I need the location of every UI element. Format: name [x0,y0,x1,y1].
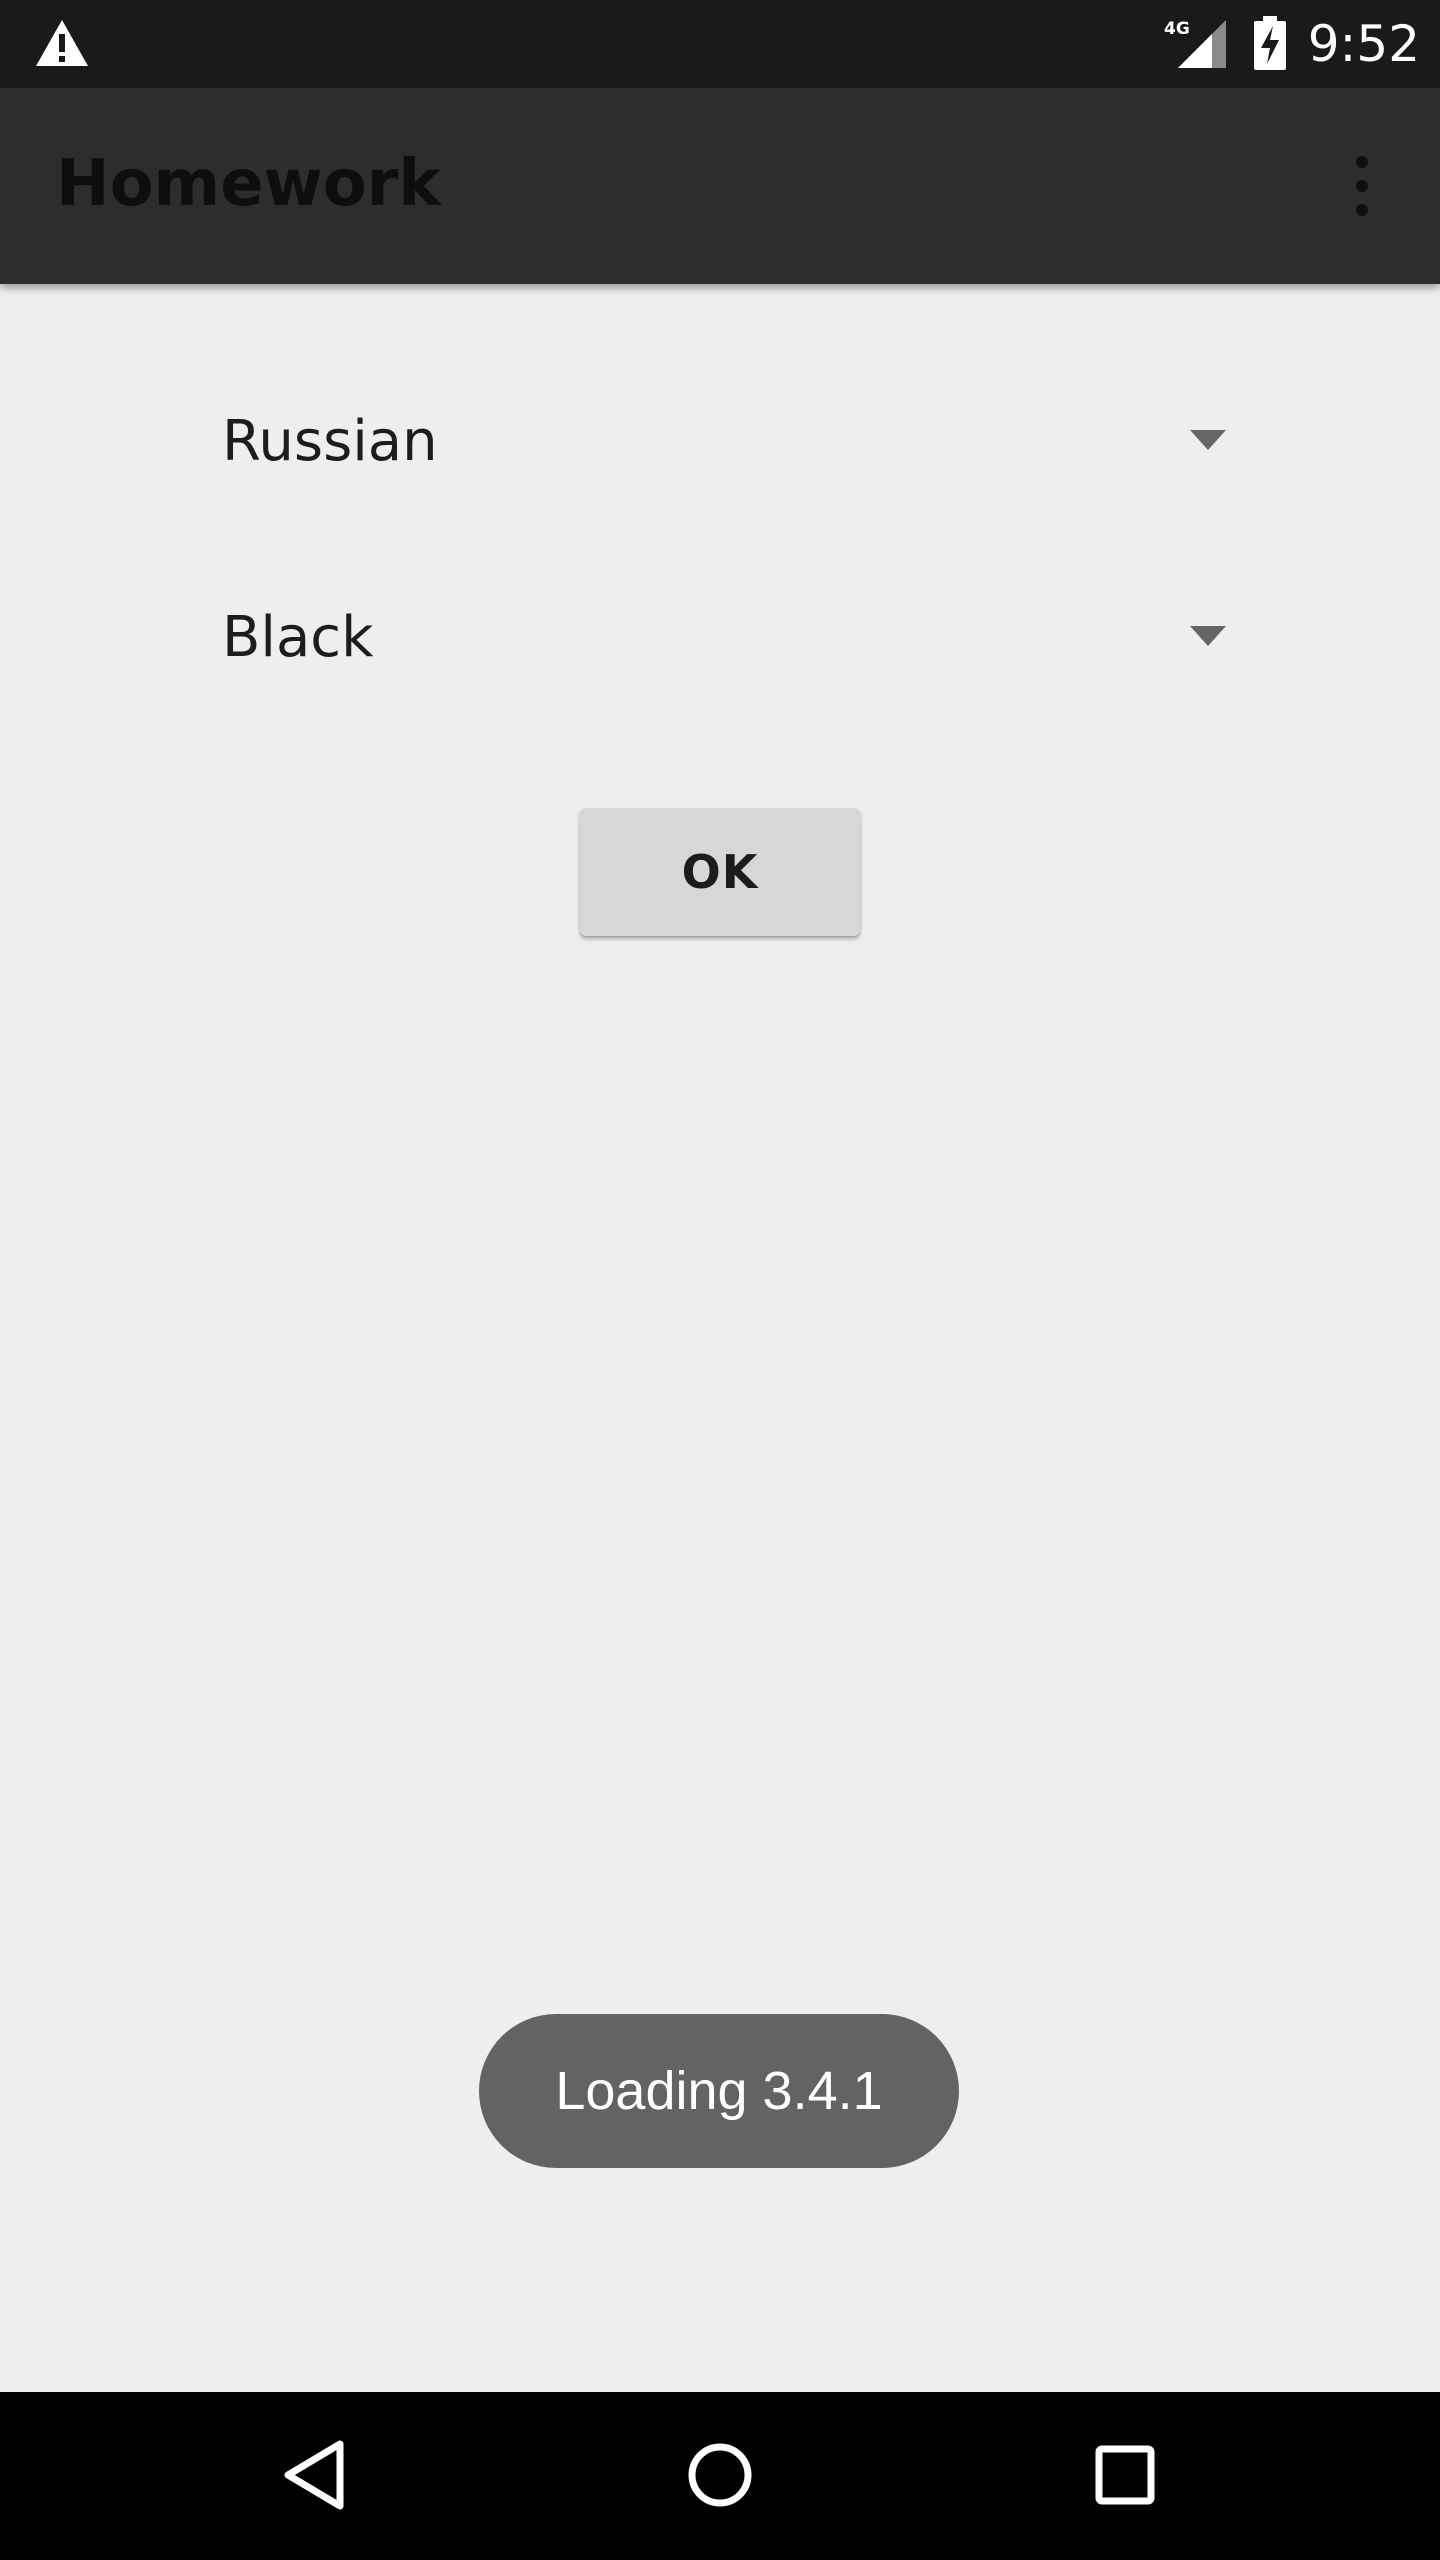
language-spinner[interactable]: Russian [222,380,1236,500]
back-icon[interactable] [270,2430,360,2520]
color-spinner-value: Black [222,605,374,670]
dropdown-arrow-icon [1190,626,1226,646]
page-title: Homework [56,147,441,221]
navigation-bar [0,2392,1440,2560]
toast-message: Loading 3.4.1 [479,2014,959,2168]
recents-icon[interactable] [1080,2430,1170,2520]
app-bar: Homework [0,88,1440,284]
dropdown-arrow-icon [1190,430,1226,450]
status-time: 9:52 [1307,15,1420,73]
ok-button[interactable]: OK [580,808,860,936]
color-spinner[interactable]: Black [222,576,1236,696]
home-icon[interactable] [675,2430,765,2520]
network-type-label: 4G [1164,19,1190,39]
status-bar: 4G 9:52 [0,0,1440,88]
battery-charging-icon [1254,16,1286,70]
more-vert-icon[interactable] [1330,148,1394,224]
language-spinner-value: Russian [222,409,438,474]
signal-4g-icon: 4G [1164,19,1226,68]
warning-icon [36,20,88,66]
